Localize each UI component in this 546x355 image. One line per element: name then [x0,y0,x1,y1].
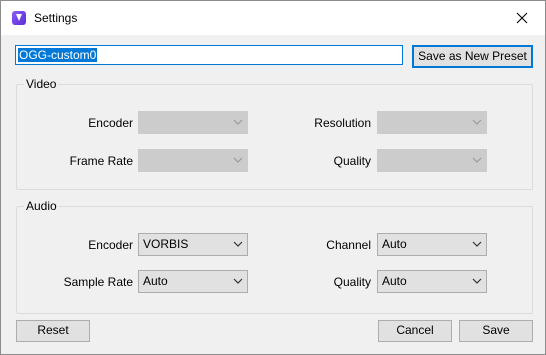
audio-quality-label: Quality [333,275,371,289]
window-title: Settings [34,11,78,25]
title-bar: Settings [1,1,545,35]
audio-channel-value: Auto [382,237,407,251]
cancel-button[interactable]: Cancel [378,320,452,342]
dialog-content: OGG-custom0 Save as New Preset Video Enc… [1,35,545,354]
chevron-down-icon [233,278,243,284]
video-quality-select[interactable] [377,149,487,172]
audio-encoder-label: Encoder [88,238,133,252]
close-button[interactable] [499,1,545,35]
video-group: Video Encoder Resolution Frame Rate Qual… [16,77,533,190]
video-group-label: Video [24,77,59,91]
app-logo-icon [12,11,26,25]
save-as-new-preset-button[interactable]: Save as New Preset [412,45,533,68]
chevron-down-icon [233,157,243,163]
audio-quality-select[interactable]: Auto [377,270,487,293]
chevron-down-icon [233,119,243,125]
video-encoder-select[interactable] [138,111,248,134]
preset-name-selected-text: OGG-custom0 [18,48,98,62]
audio-encoder-value: VORBIS [143,237,189,251]
video-resolution-label: Resolution [314,116,371,130]
video-encoder-label: Encoder [88,116,133,130]
reset-button[interactable]: Reset [16,320,90,342]
settings-dialog: Settings OGG-custom0 Save as New Preset … [0,0,546,355]
audio-group: Audio Encoder VORBIS Channel Auto Sample… [16,199,533,314]
audio-quality-value: Auto [382,274,407,288]
audio-encoder-select[interactable]: VORBIS [138,233,248,256]
chevron-down-icon [472,119,482,125]
chevron-down-icon [472,157,482,163]
close-icon [516,12,528,24]
audio-channel-select[interactable]: Auto [377,233,487,256]
video-frame-rate-select[interactable] [138,149,248,172]
video-frame-rate-label: Frame Rate [69,154,133,168]
audio-sample-rate-value: Auto [143,274,168,288]
video-resolution-select[interactable] [377,111,487,134]
video-quality-label: Quality [333,154,371,168]
chevron-down-icon [472,278,482,284]
chevron-down-icon [472,241,482,247]
audio-channel-label: Channel [326,238,371,252]
audio-group-label: Audio [24,199,59,213]
preset-name-input[interactable]: OGG-custom0 [15,45,403,65]
audio-sample-rate-label: Sample Rate [63,275,133,289]
save-button[interactable]: Save [459,320,533,342]
chevron-down-icon [233,241,243,247]
audio-sample-rate-select[interactable]: Auto [138,270,248,293]
